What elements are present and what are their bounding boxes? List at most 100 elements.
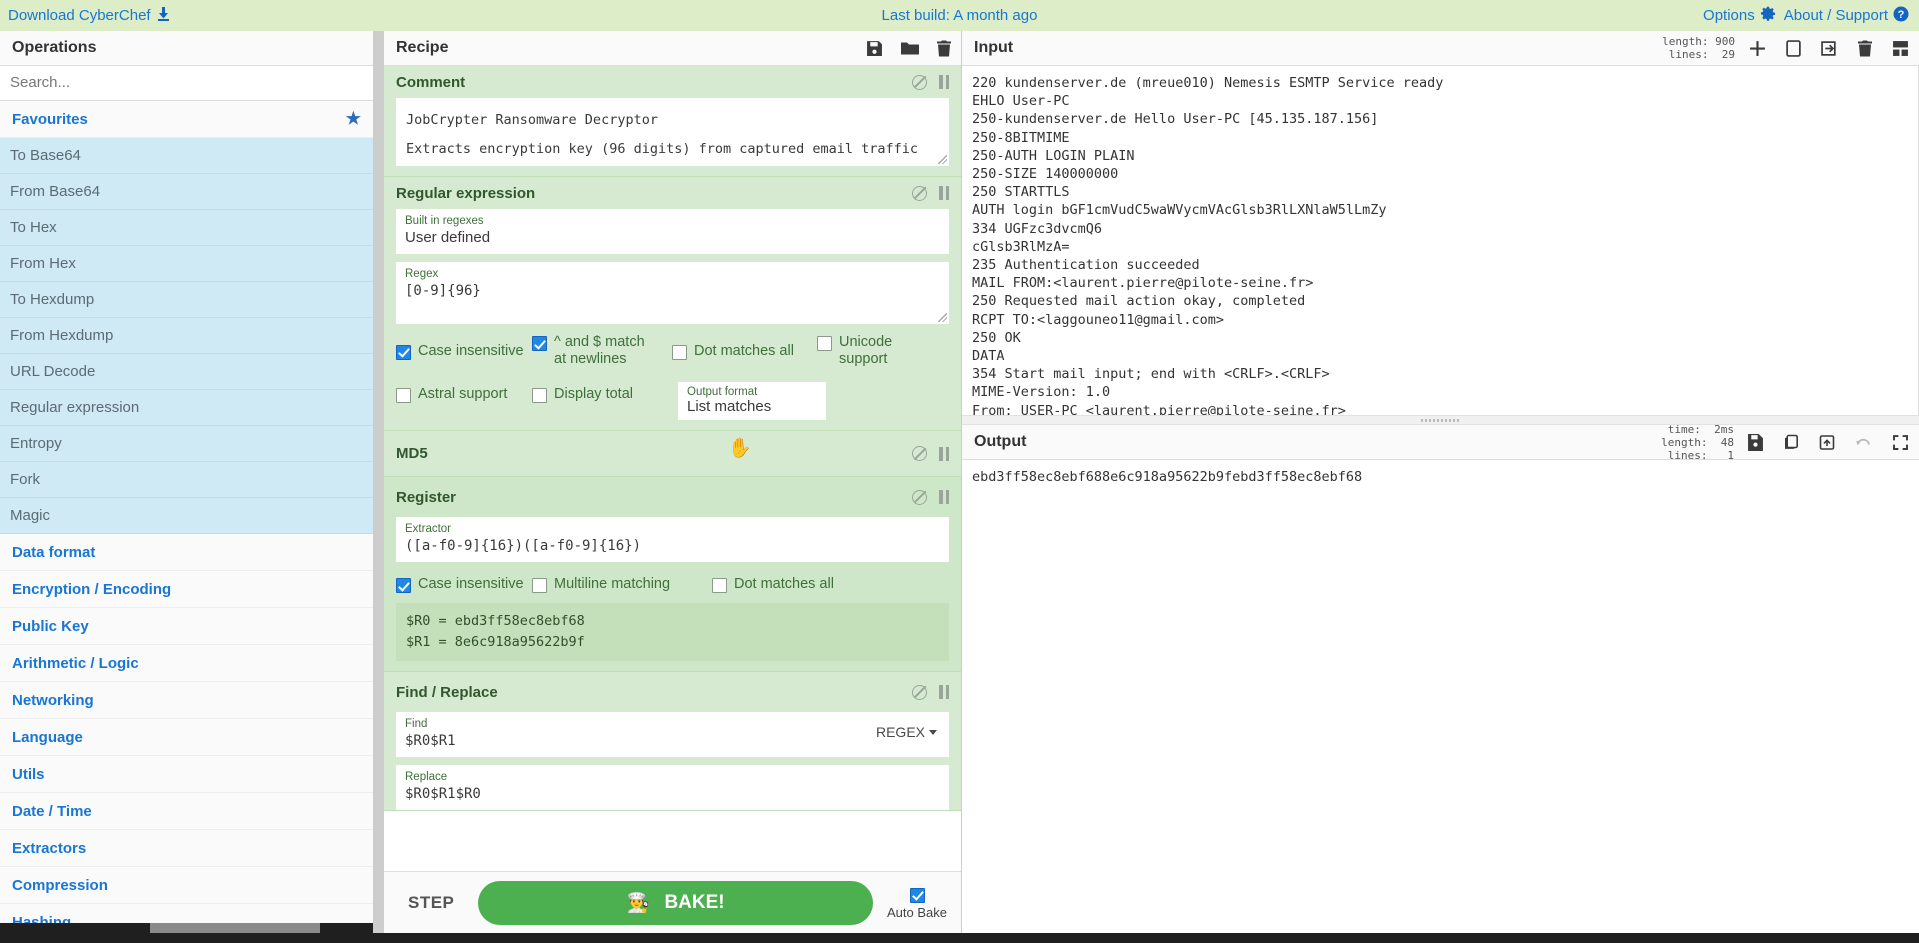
- download-cyberchef-link[interactable]: Download CyberChef: [0, 6, 170, 25]
- operation-entropy[interactable]: Entropy: [0, 426, 373, 463]
- operation-fork[interactable]: Fork: [0, 462, 373, 499]
- checkbox-box[interactable]: [532, 578, 547, 593]
- category-extractors[interactable]: Extractors: [0, 830, 373, 868]
- options-label[interactable]: Options: [1703, 7, 1755, 24]
- about-support-label[interactable]: About / Support: [1784, 7, 1888, 24]
- category-compression[interactable]: Compression: [0, 867, 373, 905]
- save-output-icon[interactable]: [1748, 433, 1763, 451]
- regex-input[interactable]: Regex [0-9]{96}: [396, 262, 949, 324]
- resize-grip-icon[interactable]: [938, 155, 947, 164]
- checkbox-box[interactable]: [712, 578, 727, 593]
- reset-pane-layout-icon[interactable]: [1892, 40, 1909, 57]
- category-data-format[interactable]: Data format: [0, 534, 373, 572]
- register-extractor-input[interactable]: Extractor ([a-f0-9]{16})([a-f0-9]{16}): [396, 517, 949, 562]
- checkbox-register-dot-matches-all[interactable]: Dot matches all: [712, 576, 834, 593]
- checkbox-caret-dollar-newlines[interactable]: ^ and $ match at newlines: [532, 334, 672, 368]
- question-circle-icon[interactable]: ?: [1893, 6, 1909, 26]
- star-icon[interactable]: ★: [346, 109, 361, 129]
- disable-operation-icon[interactable]: [912, 446, 927, 461]
- checkbox-box[interactable]: [532, 388, 547, 403]
- resize-grip-icon[interactable]: [938, 313, 947, 322]
- replace-input[interactable]: Replace $R0$R1$R0: [396, 765, 949, 810]
- checkbox-box[interactable]: [396, 578, 411, 593]
- download-icon[interactable]: [157, 6, 170, 25]
- operations-recipe-splitter[interactable]: [374, 31, 384, 933]
- operation-regular-expression[interactable]: Regular expression: [0, 390, 373, 427]
- checkbox-box[interactable]: [396, 388, 411, 403]
- step-button[interactable]: STEP: [398, 893, 464, 913]
- last-build-link[interactable]: Last build: A month ago: [882, 7, 1038, 24]
- checkbox-register-multiline-matching[interactable]: Multiline matching: [532, 576, 712, 593]
- recipe-op-find-replace[interactable]: Find / Replace Find $R0$R1 REGEX Replace…: [384, 672, 961, 811]
- category-arithmetic-logic[interactable]: Arithmetic / Logic: [0, 645, 373, 683]
- checkbox-box[interactable]: [532, 336, 547, 351]
- category-encryption-encoding[interactable]: Encryption / Encoding: [0, 571, 373, 609]
- checkbox-box[interactable]: [672, 344, 687, 360]
- chevron-down-icon[interactable]: [929, 729, 937, 735]
- add-input-tab-icon[interactable]: [1749, 40, 1766, 57]
- checkbox-unicode-support[interactable]: Unicode support: [817, 334, 892, 368]
- category-utils[interactable]: Utils: [0, 756, 373, 794]
- breakpoint-icon[interactable]: [939, 685, 949, 699]
- operation-from-hexdump[interactable]: From Hexdump: [0, 318, 373, 355]
- category-favourites[interactable]: Favourites ★: [0, 101, 373, 139]
- input-output-splitter[interactable]: [962, 415, 1919, 425]
- open-folder-as-input-icon[interactable]: [1821, 40, 1838, 57]
- breakpoint-icon[interactable]: [939, 186, 949, 200]
- breakpoint-icon[interactable]: [939, 446, 949, 461]
- breakpoint-icon[interactable]: [939, 75, 949, 89]
- recipe-op-register[interactable]: Register Extractor ([a-f0-9]{16})([a-f0-…: [384, 477, 961, 672]
- checkbox-register-case-insensitive[interactable]: Case insensitive: [396, 576, 532, 593]
- input-textarea[interactable]: 220 kundenserver.de (mreue010) Nemesis E…: [962, 66, 1919, 415]
- builtin-regexes-select[interactable]: Built in regexes User defined: [396, 209, 949, 254]
- search-input[interactable]: [0, 65, 373, 101]
- checkbox-dot-matches-all[interactable]: Dot matches all: [672, 343, 817, 360]
- disable-operation-icon[interactable]: [912, 684, 927, 700]
- output-textarea[interactable]: ebd3ff58ec8ebf688e6c918a95622b9febd3ff58…: [962, 460, 1919, 933]
- auto-bake-toggle[interactable]: Auto Bake: [887, 886, 947, 920]
- category-networking[interactable]: Networking: [0, 682, 373, 720]
- comment-textarea[interactable]: JobCrypter Ransomware Decryptor Extracts…: [396, 98, 949, 166]
- clear-io-icon[interactable]: [1858, 40, 1872, 57]
- save-recipe-icon[interactable]: [866, 40, 883, 57]
- find-type-dropdown[interactable]: REGEX: [876, 724, 937, 740]
- disable-operation-icon[interactable]: [912, 489, 927, 505]
- checkbox-case-insensitive[interactable]: Case insensitive: [396, 343, 532, 360]
- checkbox-box[interactable]: [396, 344, 411, 360]
- breakpoint-icon[interactable]: [939, 490, 949, 504]
- operations-search[interactable]: [0, 65, 373, 102]
- options-button[interactable]: Options: [1703, 6, 1776, 26]
- checkbox-box[interactable]: [817, 336, 832, 351]
- copy-output-icon[interactable]: [1783, 434, 1799, 451]
- operations-horizontal-scrollbar[interactable]: [0, 923, 373, 933]
- operation-to-hex[interactable]: To Hex: [0, 210, 373, 247]
- bake-button[interactable]: 👨‍🍳 BAKE!: [478, 880, 873, 925]
- clear-recipe-icon[interactable]: [937, 40, 951, 57]
- checkbox-box[interactable]: [909, 887, 925, 903]
- operation-url-decode[interactable]: URL Decode: [0, 354, 373, 391]
- download-cyberchef-label[interactable]: Download CyberChef: [8, 7, 151, 24]
- recipe-op-comment[interactable]: Comment JobCrypter Ransomware Decryptor …: [384, 66, 961, 177]
- disable-operation-icon[interactable]: [912, 74, 927, 90]
- disable-operation-icon[interactable]: [912, 185, 927, 201]
- operation-from-hex[interactable]: From Hex: [0, 246, 373, 283]
- undo-bake-icon[interactable]: [1855, 434, 1872, 451]
- checkbox-display-total[interactable]: Display total: [532, 382, 672, 403]
- find-input[interactable]: Find $R0$R1 REGEX: [396, 712, 949, 757]
- gear-icon[interactable]: [1760, 6, 1776, 26]
- checkbox-astral-support[interactable]: Astral support: [396, 382, 532, 403]
- category-public-key[interactable]: Public Key: [0, 608, 373, 646]
- output-format-select[interactable]: Output format List matches: [678, 382, 826, 420]
- operation-to-hexdump[interactable]: To Hexdump: [0, 282, 373, 319]
- operation-magic[interactable]: Magic: [0, 498, 373, 535]
- recipe-op-md5[interactable]: MD5 ✋: [384, 431, 961, 477]
- load-recipe-icon[interactable]: [901, 40, 919, 57]
- open-file-icon[interactable]: [1786, 39, 1801, 57]
- recipe-op-regular-expression[interactable]: Regular expression Built in regexes User…: [384, 177, 961, 431]
- operation-to-base64[interactable]: To Base64: [0, 138, 373, 175]
- maximise-output-icon[interactable]: [1892, 434, 1909, 451]
- about-support-button[interactable]: About / Support ?: [1784, 6, 1909, 26]
- replace-input-icon[interactable]: [1819, 434, 1835, 451]
- category-language[interactable]: Language: [0, 719, 373, 757]
- category-date-time[interactable]: Date / Time: [0, 793, 373, 831]
